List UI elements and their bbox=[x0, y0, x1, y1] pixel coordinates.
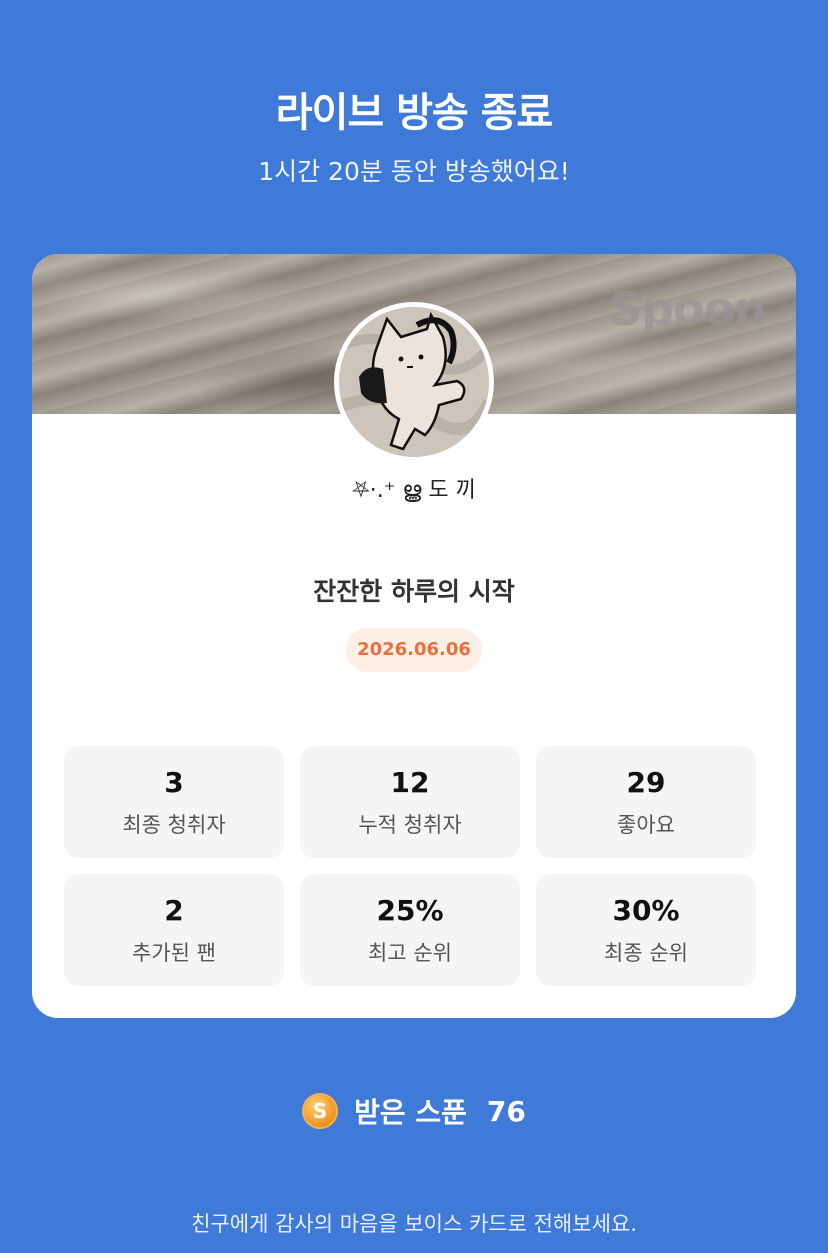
avatar-image bbox=[339, 307, 489, 457]
stat-label: 최종 청취자 bbox=[122, 813, 226, 837]
voice-card-hint[interactable]: 친구에게 감사의 마음을 보이스 카드로 전해보세요. bbox=[0, 1208, 828, 1238]
stats-grid: 3 최종 청취자 12 누적 청취자 29 좋아요 2 추가된 팬 25% 최고… bbox=[64, 746, 757, 986]
stat-total-listeners: 12 누적 청취자 bbox=[300, 746, 520, 858]
broadcast-duration: 1시간 20분 동안 방송했어요! bbox=[258, 157, 570, 186]
live-title: 잔잔한 하루의 시작 bbox=[313, 577, 515, 606]
stat-label: 누적 청취자 bbox=[358, 813, 462, 837]
nickname: ⛧⋅.⁺ ൠ 도 끼 bbox=[352, 478, 476, 503]
avatar[interactable] bbox=[334, 302, 494, 462]
stat-value: 3 bbox=[164, 766, 184, 799]
spoon-count: 76 bbox=[486, 1094, 526, 1128]
date-badge: 2026.06.06 bbox=[346, 628, 482, 672]
stat-final-rank: 30% 최종 순위 bbox=[536, 874, 756, 986]
stat-label: 좋아요 bbox=[617, 813, 675, 837]
live-end-screen: 라이브 방송 종료 1시간 20분 동안 방송했어요! Spoon ⛧⋅.⁺ ൠ… bbox=[0, 0, 828, 1253]
stat-value: 25% bbox=[376, 894, 444, 927]
stat-best-rank: 25% 최고 순위 bbox=[300, 874, 520, 986]
stat-value: 30% bbox=[612, 894, 680, 927]
broadcast-summary-card: Spoon ⛧⋅.⁺ ൠ 도 끼 잔잔한 하루의 시작 2026.06.06 3… bbox=[32, 254, 796, 1018]
stat-likes: 29 좋아요 bbox=[536, 746, 756, 858]
received-spoons: S 받은 스푼 76 bbox=[0, 1090, 828, 1132]
stat-value: 12 bbox=[390, 766, 430, 799]
spoon-label: 받은 스푼 bbox=[354, 1096, 467, 1129]
stat-label: 최종 순위 bbox=[604, 941, 688, 965]
stat-new-fans: 2 추가된 팬 bbox=[64, 874, 284, 986]
spoon-coin-icon: S bbox=[302, 1093, 339, 1129]
stat-value: 29 bbox=[626, 766, 666, 799]
page-title: 라이브 방송 종료 bbox=[275, 90, 553, 136]
stat-label: 최고 순위 bbox=[368, 941, 452, 965]
stat-label: 추가된 팬 bbox=[132, 941, 216, 965]
spoon-watermark: Spoon bbox=[608, 282, 767, 336]
stat-value: 2 bbox=[164, 894, 184, 927]
stat-final-listeners: 3 최종 청취자 bbox=[64, 746, 284, 858]
